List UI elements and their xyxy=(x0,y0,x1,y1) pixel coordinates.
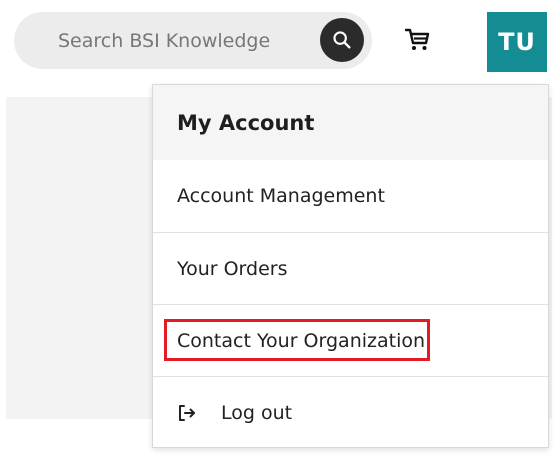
account-menu-title: My Account xyxy=(153,85,548,160)
search-bar xyxy=(14,12,372,69)
account-management-item[interactable]: Account Management xyxy=(153,160,548,232)
search-input[interactable] xyxy=(14,12,304,69)
cart-button[interactable] xyxy=(402,24,432,54)
screen: TU My Account Account Management Your Or… xyxy=(0,0,555,456)
account-dropdown-menu: My Account Account Management Your Order… xyxy=(152,84,549,448)
logout-label: Log out xyxy=(221,401,293,424)
contact-organization-item[interactable]: Contact Your Organization xyxy=(153,304,548,376)
your-orders-item[interactable]: Your Orders xyxy=(153,232,548,304)
search-icon xyxy=(333,31,351,49)
search-button[interactable] xyxy=(320,18,364,62)
avatar[interactable]: TU xyxy=(487,12,547,72)
logout-icon xyxy=(177,403,197,423)
cart-icon xyxy=(404,28,430,50)
logout-item[interactable]: Log out xyxy=(153,376,548,448)
